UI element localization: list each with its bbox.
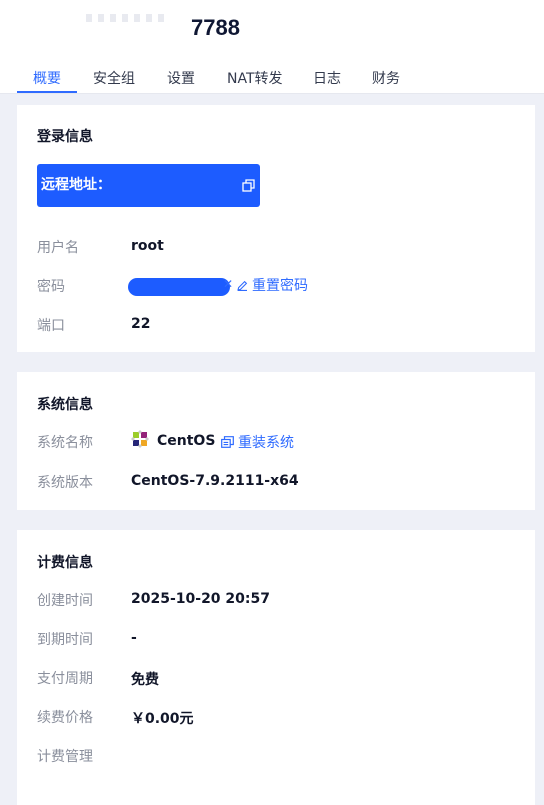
payment-cycle-value: 免费	[131, 672, 159, 688]
tab-logs[interactable]: 日志	[313, 68, 341, 88]
page-title: 7788	[191, 15, 240, 40]
renewal-price-label: 续费价格	[37, 710, 93, 726]
password-label: 密码	[37, 279, 65, 295]
reset-password-link[interactable]: 重置密码	[237, 275, 308, 295]
system-version-value: CentOS-7.9.2111-x64	[131, 473, 299, 489]
page-header: 7788 概要 安全组 设置 NAT转发 日志 财务	[0, 0, 544, 93]
tab-bar: 概要 安全组 设置 NAT转发 日志 财务	[0, 58, 544, 93]
expire-time-value: -	[131, 630, 137, 646]
port-label: 端口	[37, 318, 65, 334]
edit-icon	[237, 280, 248, 291]
login-info-card: 登录信息 远程地址： 用户名 root 密码 ✕ 重置密码 端口 22	[17, 105, 535, 352]
username-label: 用户名	[37, 240, 79, 256]
created-time-label: 创建时间	[37, 593, 93, 609]
reinstall-system-link[interactable]: 重装系统	[221, 432, 294, 452]
reinstall-icon	[221, 436, 234, 448]
system-version-label: 系统版本	[37, 475, 93, 491]
system-name-value: CentOS	[157, 433, 216, 449]
billing-info-card: 计费信息 创建时间 2025-10-20 20:57 到期时间 - 支付周期 免…	[17, 530, 535, 805]
payment-cycle-label: 支付周期	[37, 671, 93, 687]
copy-icon[interactable]	[242, 179, 255, 192]
expire-time-label: 到期时间	[37, 632, 93, 648]
system-name-label: 系统名称	[37, 435, 93, 451]
tab-finance[interactable]: 财务	[372, 68, 400, 88]
password-redacted	[128, 278, 230, 296]
renewal-price-value: ￥0.00元	[131, 711, 194, 727]
login-info-title: 登录信息	[37, 129, 93, 145]
reinstall-system-label: 重装系统	[238, 435, 294, 451]
active-tab-indicator	[17, 91, 77, 93]
remote-address-button[interactable]: 远程地址：	[37, 164, 260, 207]
tab-security-group[interactable]: 安全组	[93, 68, 135, 88]
tab-nat-forward[interactable]: NAT转发	[227, 68, 283, 88]
billing-management-label: 计费管理	[37, 749, 93, 765]
tab-overview[interactable]: 概要	[33, 68, 61, 88]
system-info-card: 系统信息 系统名称 CentOS 重装系统 系统版本 CentOS-7.9.21…	[17, 372, 535, 510]
reset-password-label: 重置密码	[252, 278, 308, 294]
centos-logo-icon	[131, 430, 149, 448]
username-value: root	[131, 238, 164, 254]
port-value: 22	[131, 316, 151, 332]
show-password-icon[interactable]: ✕	[223, 277, 233, 291]
tab-settings[interactable]: 设置	[167, 68, 195, 88]
remote-address-label: 远程地址：	[41, 177, 111, 193]
created-time-value: 2025-10-20 20:57	[131, 591, 270, 607]
billing-info-title: 计费信息	[37, 555, 93, 571]
redacted-title-prefix	[86, 14, 166, 22]
system-info-title: 系统信息	[37, 397, 93, 413]
